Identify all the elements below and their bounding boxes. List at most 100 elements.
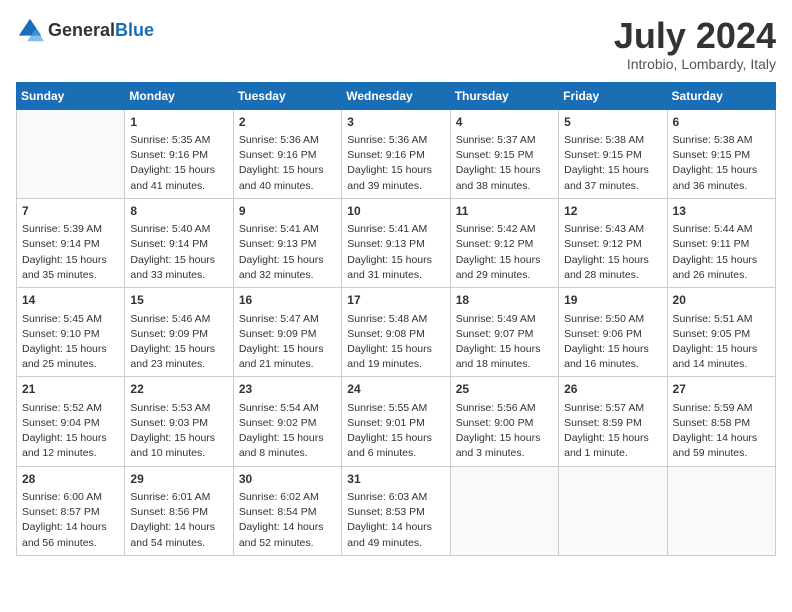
- logo-text-blue: Blue: [115, 20, 154, 40]
- day-of-week-saturday: Saturday: [667, 82, 775, 109]
- calendar-cell: 10 Sunrise: 5:41 AM Sunset: 9:13 PM Dayli…: [342, 198, 450, 287]
- day-info: Sunrise: 5:53 AM Sunset: 9:03 PM Dayligh…: [130, 401, 227, 462]
- day-info: Sunrise: 6:02 AM Sunset: 8:54 PM Dayligh…: [239, 490, 336, 551]
- calendar-cell: 15 Sunrise: 5:46 AM Sunset: 9:09 PM Dayli…: [125, 288, 233, 377]
- day-of-week-friday: Friday: [559, 82, 667, 109]
- day-info: Sunrise: 6:00 AM Sunset: 8:57 PM Dayligh…: [22, 490, 119, 551]
- day-of-week-tuesday: Tuesday: [233, 82, 341, 109]
- day-info: Sunrise: 5:46 AM Sunset: 9:09 PM Dayligh…: [130, 312, 227, 373]
- day-number: 25: [456, 381, 553, 398]
- day-info: Sunrise: 5:59 AM Sunset: 8:58 PM Dayligh…: [673, 401, 770, 462]
- calendar-cell: 2 Sunrise: 5:36 AM Sunset: 9:16 PM Daylig…: [233, 109, 341, 198]
- calendar-cell: 24 Sunrise: 5:55 AM Sunset: 9:01 PM Dayli…: [342, 377, 450, 466]
- week-row-5: 28Sunrise: 6:00 AM Sunset: 8:57 PM Dayli…: [17, 466, 776, 555]
- day-number: 16: [239, 292, 336, 309]
- calendar-cell: 3 Sunrise: 5:36 AM Sunset: 9:16 PM Daylig…: [342, 109, 450, 198]
- day-info: Sunrise: 5:45 AM Sunset: 9:10 PM Dayligh…: [22, 312, 119, 373]
- logo: GeneralBlue: [16, 16, 154, 44]
- day-info: Sunrise: 5:43 AM Sunset: 9:12 PM Dayligh…: [564, 222, 661, 283]
- day-number: 2: [239, 114, 336, 131]
- day-info: Sunrise: 5:56 AM Sunset: 9:00 PM Dayligh…: [456, 401, 553, 462]
- day-number: 23: [239, 381, 336, 398]
- day-of-week-monday: Monday: [125, 82, 233, 109]
- calendar-cell: [450, 466, 558, 555]
- calendar-cell: 19Sunrise: 5:50 AM Sunset: 9:06 PM Dayli…: [559, 288, 667, 377]
- day-number: 14: [22, 292, 119, 309]
- calendar-cell: 17 Sunrise: 5:48 AM Sunset: 9:08 PM Dayli…: [342, 288, 450, 377]
- day-of-week-thursday: Thursday: [450, 82, 558, 109]
- calendar-cell: 25 Sunrise: 5:56 AM Sunset: 9:00 PM Dayli…: [450, 377, 558, 466]
- calendar-table: SundayMondayTuesdayWednesdayThursdayFrid…: [16, 82, 776, 556]
- calendar-cell: 26Sunrise: 5:57 AM Sunset: 8:59 PM Dayli…: [559, 377, 667, 466]
- calendar-cell: 6 Sunrise: 5:38 AM Sunset: 9:15 PM Daylig…: [667, 109, 775, 198]
- calendar-cell: 16Sunrise: 5:47 AM Sunset: 9:09 PM Dayli…: [233, 288, 341, 377]
- day-info: Sunrise: 5:36 AM Sunset: 9:16 PM Dayligh…: [239, 133, 336, 194]
- day-of-week-wednesday: Wednesday: [342, 82, 450, 109]
- day-number: 21: [22, 381, 119, 398]
- day-info: Sunrise: 5:40 AM Sunset: 9:14 PM Dayligh…: [130, 222, 227, 283]
- day-info: Sunrise: 5:35 AM Sunset: 9:16 PM Dayligh…: [130, 133, 227, 194]
- day-number: 24: [347, 381, 444, 398]
- week-row-3: 14 Sunrise: 5:45 AM Sunset: 9:10 PM Dayli…: [17, 288, 776, 377]
- day-info: Sunrise: 5:42 AM Sunset: 9:12 PM Dayligh…: [456, 222, 553, 283]
- day-number: 17: [347, 292, 444, 309]
- day-info: Sunrise: 5:41 AM Sunset: 9:13 PM Dayligh…: [239, 222, 336, 283]
- day-info: Sunrise: 5:54 AM Sunset: 9:02 PM Dayligh…: [239, 401, 336, 462]
- day-number: 9: [239, 203, 336, 220]
- calendar-cell: 18Sunrise: 5:49 AM Sunset: 9:07 PM Dayli…: [450, 288, 558, 377]
- day-info: Sunrise: 5:44 AM Sunset: 9:11 PM Dayligh…: [673, 222, 770, 283]
- day-number: 4: [456, 114, 553, 131]
- calendar-cell: [559, 466, 667, 555]
- day-number: 31: [347, 471, 444, 488]
- week-row-1: 1 Sunrise: 5:35 AM Sunset: 9:16 PM Daylig…: [17, 109, 776, 198]
- day-number: 20: [673, 292, 770, 309]
- day-number: 10: [347, 203, 444, 220]
- day-number: 15: [130, 292, 227, 309]
- day-info: Sunrise: 5:48 AM Sunset: 9:08 PM Dayligh…: [347, 312, 444, 373]
- location-subtitle: Introbio, Lombardy, Italy: [614, 56, 776, 72]
- calendar-cell: 5 Sunrise: 5:38 AM Sunset: 9:15 PM Daylig…: [559, 109, 667, 198]
- day-number: 30: [239, 471, 336, 488]
- day-number: 29: [130, 471, 227, 488]
- day-number: 26: [564, 381, 661, 398]
- calendar-header: SundayMondayTuesdayWednesdayThursdayFrid…: [17, 82, 776, 109]
- day-number: 13: [673, 203, 770, 220]
- day-info: Sunrise: 5:37 AM Sunset: 9:15 PM Dayligh…: [456, 133, 553, 194]
- day-info: Sunrise: 5:55 AM Sunset: 9:01 PM Dayligh…: [347, 401, 444, 462]
- day-number: 19: [564, 292, 661, 309]
- calendar-cell: 21 Sunrise: 5:52 AM Sunset: 9:04 PM Dayli…: [17, 377, 125, 466]
- calendar-cell: 20Sunrise: 5:51 AM Sunset: 9:05 PM Dayli…: [667, 288, 775, 377]
- day-info: Sunrise: 5:41 AM Sunset: 9:13 PM Dayligh…: [347, 222, 444, 283]
- day-number: 22: [130, 381, 227, 398]
- day-number: 6: [673, 114, 770, 131]
- day-number: 8: [130, 203, 227, 220]
- calendar-cell: [17, 109, 125, 198]
- day-of-week-sunday: Sunday: [17, 82, 125, 109]
- calendar-cell: 28Sunrise: 6:00 AM Sunset: 8:57 PM Dayli…: [17, 466, 125, 555]
- day-info: Sunrise: 5:52 AM Sunset: 9:04 PM Dayligh…: [22, 401, 119, 462]
- day-info: Sunrise: 5:38 AM Sunset: 9:15 PM Dayligh…: [673, 133, 770, 194]
- month-year-title: July 2024: [614, 16, 776, 56]
- calendar-cell: 14 Sunrise: 5:45 AM Sunset: 9:10 PM Dayli…: [17, 288, 125, 377]
- calendar-cell: 29 Sunrise: 6:01 AM Sunset: 8:56 PM Dayli…: [125, 466, 233, 555]
- calendar-cell: 8 Sunrise: 5:40 AM Sunset: 9:14 PM Daylig…: [125, 198, 233, 287]
- day-number: 11: [456, 203, 553, 220]
- week-row-4: 21 Sunrise: 5:52 AM Sunset: 9:04 PM Dayli…: [17, 377, 776, 466]
- day-number: 3: [347, 114, 444, 131]
- day-number: 1: [130, 114, 227, 131]
- day-number: 12: [564, 203, 661, 220]
- day-info: Sunrise: 6:01 AM Sunset: 8:56 PM Dayligh…: [130, 490, 227, 551]
- day-number: 5: [564, 114, 661, 131]
- calendar-cell: 31Sunrise: 6:03 AM Sunset: 8:53 PM Dayli…: [342, 466, 450, 555]
- calendar-cell: [667, 466, 775, 555]
- day-info: Sunrise: 5:38 AM Sunset: 9:15 PM Dayligh…: [564, 133, 661, 194]
- day-info: Sunrise: 5:36 AM Sunset: 9:16 PM Dayligh…: [347, 133, 444, 194]
- calendar-cell: 9 Sunrise: 5:41 AM Sunset: 9:13 PM Daylig…: [233, 198, 341, 287]
- calendar-cell: 22 Sunrise: 5:53 AM Sunset: 9:03 PM Dayli…: [125, 377, 233, 466]
- week-row-2: 7Sunrise: 5:39 AM Sunset: 9:14 PM Daylig…: [17, 198, 776, 287]
- calendar-cell: 4 Sunrise: 5:37 AM Sunset: 9:15 PM Daylig…: [450, 109, 558, 198]
- days-of-week-row: SundayMondayTuesdayWednesdayThursdayFrid…: [17, 82, 776, 109]
- day-number: 27: [673, 381, 770, 398]
- calendar-body: 1 Sunrise: 5:35 AM Sunset: 9:16 PM Daylig…: [17, 109, 776, 555]
- calendar-cell: 27 Sunrise: 5:59 AM Sunset: 8:58 PM Dayli…: [667, 377, 775, 466]
